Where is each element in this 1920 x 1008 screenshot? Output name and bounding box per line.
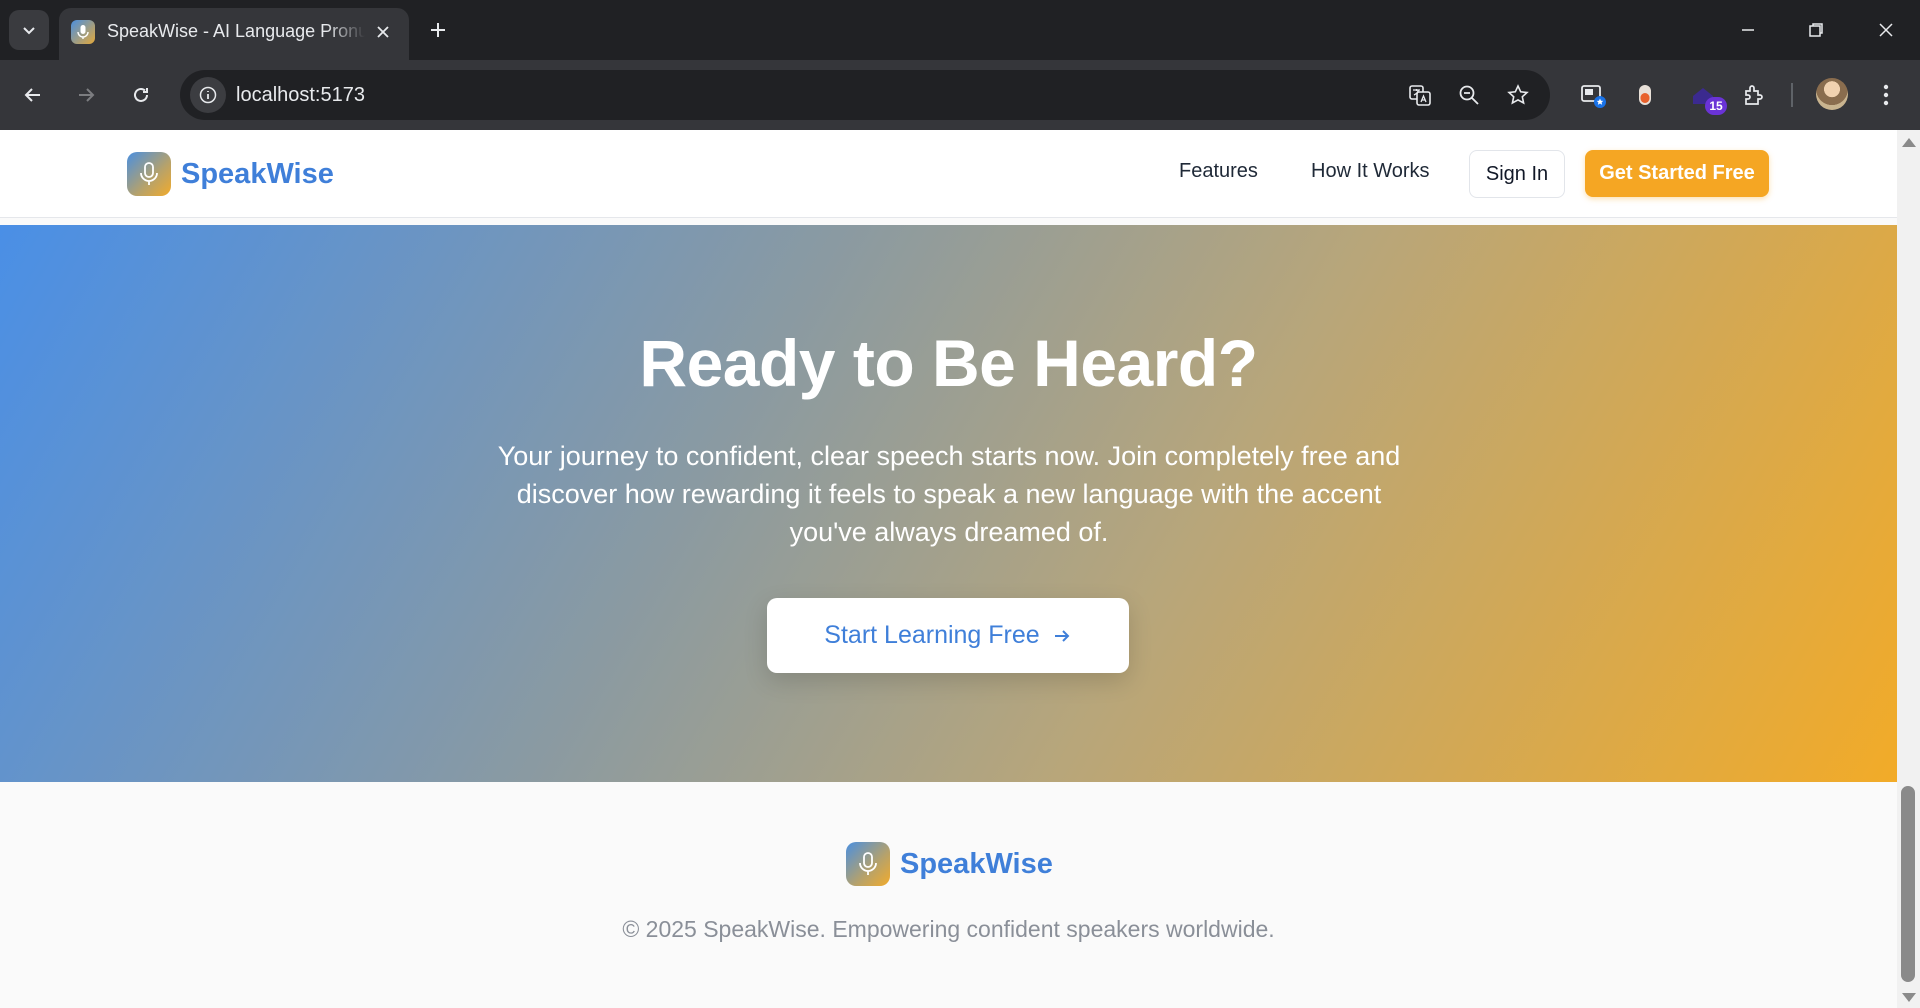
close-icon[interactable] — [371, 20, 395, 44]
url-text: localhost:5173 — [236, 84, 365, 106]
page-scrollbar[interactable] — [1897, 130, 1920, 1008]
brand-name: SpeakWise — [181, 157, 334, 190]
profile-avatar[interactable] — [1816, 78, 1848, 110]
plus-icon[interactable] — [420, 12, 456, 48]
more-icon[interactable] — [1866, 75, 1906, 115]
chevron-down-icon — [23, 27, 35, 35]
close-window-icon[interactable] — [1852, 0, 1920, 60]
scroll-down-arrow[interactable] — [1902, 993, 1916, 1002]
hero-subtitle: Your journey to confident, clear speech … — [497, 441, 1401, 547]
microphone-icon — [127, 152, 171, 196]
footer-copyright: © 2025 SpeakWise. Empowering confident s… — [622, 916, 1275, 942]
toolbar-separator — [1791, 83, 1793, 107]
restore-icon[interactable] — [1782, 0, 1850, 60]
extensions-icon[interactable] — [1734, 75, 1774, 115]
star-icon[interactable] — [1502, 79, 1534, 111]
forward-icon[interactable] — [66, 75, 106, 115]
extension-badge-count: 15 — [1705, 97, 1727, 115]
site-header: SpeakWise Features How It Works Sign In … — [0, 130, 1897, 218]
tab-title: SpeakWise - AI Language Pronunciation — [107, 21, 365, 41]
scroll-up-arrow[interactable] — [1902, 138, 1916, 147]
extension-record-icon[interactable] — [1625, 75, 1665, 115]
minimize-icon[interactable] — [1714, 0, 1782, 60]
browser-tab-active[interactable]: SpeakWise - AI Language Pronunciation — [59, 8, 409, 60]
site-info-icon[interactable] — [190, 77, 226, 113]
scroll-thumb[interactable] — [1901, 786, 1915, 982]
site-footer: SpeakWise © 2025 SpeakWise. Empowering c… — [0, 782, 1897, 1008]
footer-brand[interactable]: SpeakWise — [846, 842, 1053, 886]
microphone-icon — [846, 842, 890, 886]
translate-icon[interactable] — [1404, 79, 1436, 111]
zoom-out-icon[interactable] — [1453, 79, 1485, 111]
browser-toolbar: localhost:5173 15 — [0, 60, 1920, 130]
microphone-icon — [71, 20, 95, 44]
header-brand[interactable]: SpeakWise — [127, 152, 334, 196]
sign-in-button[interactable]: Sign In — [1469, 150, 1565, 198]
start-learning-button[interactable]: Start Learning Free — [767, 598, 1129, 673]
nav-link-how-it-works[interactable]: How It Works — [1311, 160, 1430, 183]
arrow-right-icon — [1054, 629, 1070, 642]
cta-hero-section: Ready to Be Heard? Your journey to confi… — [0, 225, 1897, 782]
reload-icon[interactable] — [121, 75, 161, 115]
browser-tab-bar: SpeakWise - AI Language Pronunciation — [0, 0, 1920, 60]
page-viewport: SpeakWise Features How It Works Sign In … — [0, 130, 1897, 1008]
hero-title: Ready to Be Heard? — [639, 326, 1258, 400]
back-icon[interactable] — [13, 75, 53, 115]
address-bar[interactable]: localhost:5173 — [180, 70, 1550, 120]
start-learning-label: Start Learning Free — [824, 621, 1040, 649]
extension-screen-icon[interactable] — [1573, 75, 1613, 115]
get-started-button[interactable]: Get Started Free — [1585, 150, 1769, 197]
footer-brand-name: SpeakWise — [900, 847, 1053, 880]
tab-search-button[interactable] — [9, 10, 49, 50]
extension-badge-icon[interactable]: 15 — [1683, 75, 1727, 115]
nav-link-features[interactable]: Features — [1179, 160, 1258, 183]
